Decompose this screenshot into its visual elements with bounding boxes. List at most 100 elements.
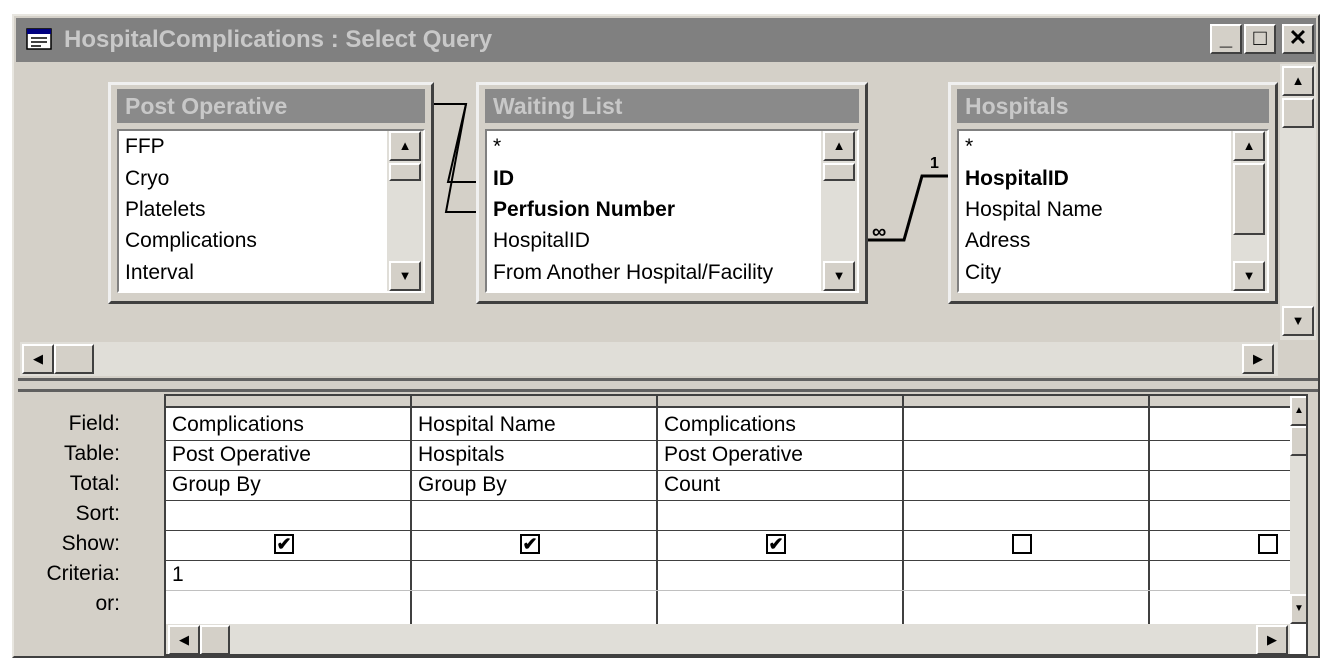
scroll-thumb[interactable] [200,625,230,654]
total-cell[interactable]: Count [658,470,902,500]
field-item[interactable]: From Another Hospital/Facility [493,261,773,285]
minimize-button[interactable]: _ [1210,24,1242,54]
grid-horizontal-scrollbar[interactable]: ◀ ▶ [166,624,1290,654]
scroll-right-icon[interactable]: ▶ [1256,625,1288,654]
field-list-hospitals[interactable]: Hospitals * HospitalID Hospital Name Adr… [948,82,1278,304]
vertical-scrollbar[interactable]: ▲ ▼ [1231,131,1267,291]
column-selector[interactable] [904,396,1148,408]
scroll-left-icon[interactable]: ◀ [22,344,54,374]
show-checkbox-unchecked[interactable] [1258,534,1278,554]
table-cell[interactable]: Post Operative [658,440,902,470]
grid-column-5[interactable] [1150,396,1290,626]
show-checkbox-checked[interactable]: ✔ [766,534,786,554]
field-cell[interactable] [1150,410,1290,440]
field-item[interactable]: Platelets [125,198,206,222]
sort-cell[interactable] [166,500,410,530]
field-item[interactable]: Perfusion Number [493,198,675,222]
field-cell[interactable]: Hospital Name [412,410,656,440]
scroll-down-icon[interactable]: ▼ [1290,594,1306,624]
field-item[interactable]: HospitalID [965,167,1069,191]
criteria-cell[interactable] [904,560,1148,590]
scroll-right-icon[interactable]: ▶ [1242,344,1274,374]
column-selector[interactable] [412,396,656,408]
or-cell[interactable] [412,590,656,620]
column-selector[interactable] [658,396,902,408]
scroll-thumb[interactable] [823,163,855,181]
query-design-grid: Complications Post Operative Group By ✔ … [164,394,1308,656]
or-cell[interactable] [1150,590,1290,620]
field-cell[interactable] [904,410,1148,440]
field-list-title[interactable]: Post Operative [117,89,425,123]
column-selector[interactable] [1150,396,1290,408]
title-bar[interactable]: HospitalComplications : Select Query _ □… [16,18,1316,62]
grid-column-2[interactable]: Hospital Name Hospitals Group By ✔ [412,396,658,626]
scroll-thumb[interactable] [389,163,421,181]
field-list-title[interactable]: Hospitals [957,89,1269,123]
total-cell[interactable]: Group By [166,470,410,500]
field-item[interactable]: * [493,135,501,159]
show-checkbox-checked[interactable]: ✔ [274,534,294,554]
scroll-up-icon[interactable]: ▲ [1290,396,1306,426]
field-item[interactable]: ID [493,167,514,191]
field-item[interactable]: Complications [125,229,257,253]
field-item[interactable]: Interval [125,261,194,285]
field-list-title[interactable]: Waiting List [485,89,859,123]
table-cell[interactable]: Post Operative [166,440,410,470]
field-item[interactable]: Adress [965,229,1030,253]
or-cell[interactable] [904,590,1148,620]
field-item[interactable]: Hospital Name [965,198,1103,222]
scroll-thumb[interactable] [1233,163,1265,235]
grid-column-1[interactable]: Complications Post Operative Group By ✔ … [166,396,412,626]
scroll-thumb[interactable] [1290,426,1306,456]
criteria-cell[interactable] [1150,560,1290,590]
field-item[interactable]: FFP [125,135,165,159]
scroll-down-icon[interactable]: ▼ [1282,306,1314,336]
field-item[interactable]: Cryo [125,167,169,191]
show-checkbox-unchecked[interactable] [1012,534,1032,554]
grid-column-4[interactable] [904,396,1150,626]
sort-cell[interactable] [412,500,656,530]
scroll-up-icon[interactable]: ▲ [1233,131,1265,161]
criteria-cell[interactable] [412,560,656,590]
table-cell[interactable] [904,440,1148,470]
table-cell[interactable] [1150,440,1290,470]
upper-horizontal-scrollbar[interactable]: ◀ ▶ [20,342,1278,376]
vertical-scrollbar[interactable]: ▲ ▼ [387,131,423,291]
show-checkbox-checked[interactable]: ✔ [520,534,540,554]
upper-vertical-scrollbar[interactable]: ▲ ▼ [1280,64,1316,340]
table-cell[interactable]: Hospitals [412,440,656,470]
sort-cell[interactable] [904,500,1148,530]
field-item[interactable]: HospitalID [493,229,590,253]
scroll-up-icon[interactable]: ▲ [389,131,421,161]
total-cell[interactable] [1150,470,1290,500]
scroll-down-icon[interactable]: ▼ [823,261,855,291]
field-cell[interactable]: Complications [658,410,902,440]
pane-splitter[interactable] [18,378,1318,392]
grid-column-3[interactable]: Complications Post Operative Count ✔ [658,396,904,626]
scroll-up-icon[interactable]: ▲ [1282,66,1314,96]
or-cell[interactable] [166,590,410,620]
vertical-scrollbar[interactable]: ▲ ▼ [821,131,857,291]
column-selector[interactable] [166,396,410,408]
criteria-cell[interactable]: 1 [166,560,410,590]
grid-vertical-scrollbar[interactable]: ▲ ▼ [1290,396,1306,624]
field-list-waiting-list[interactable]: Waiting List * ID Perfusion Number Hospi… [476,82,868,304]
scroll-up-icon[interactable]: ▲ [823,131,855,161]
or-cell[interactable] [658,590,902,620]
field-list-post-operative[interactable]: Post Operative FFP Cryo Platelets Compli… [108,82,434,304]
total-cell[interactable] [904,470,1148,500]
sort-cell[interactable] [658,500,902,530]
sort-cell[interactable] [1150,500,1290,530]
field-cell[interactable]: Complications [166,410,410,440]
scroll-thumb[interactable] [54,344,94,374]
scroll-down-icon[interactable]: ▼ [1233,261,1265,291]
field-item[interactable]: City [965,261,1001,285]
close-button[interactable]: ✕ [1282,24,1314,54]
scroll-left-icon[interactable]: ◀ [168,625,200,654]
scroll-down-icon[interactable]: ▼ [389,261,421,291]
criteria-cell[interactable] [658,560,902,590]
field-item[interactable]: * [965,135,973,159]
scroll-thumb[interactable] [1282,98,1314,128]
maximize-button[interactable]: □ [1244,24,1276,54]
total-cell[interactable]: Group By [412,470,656,500]
